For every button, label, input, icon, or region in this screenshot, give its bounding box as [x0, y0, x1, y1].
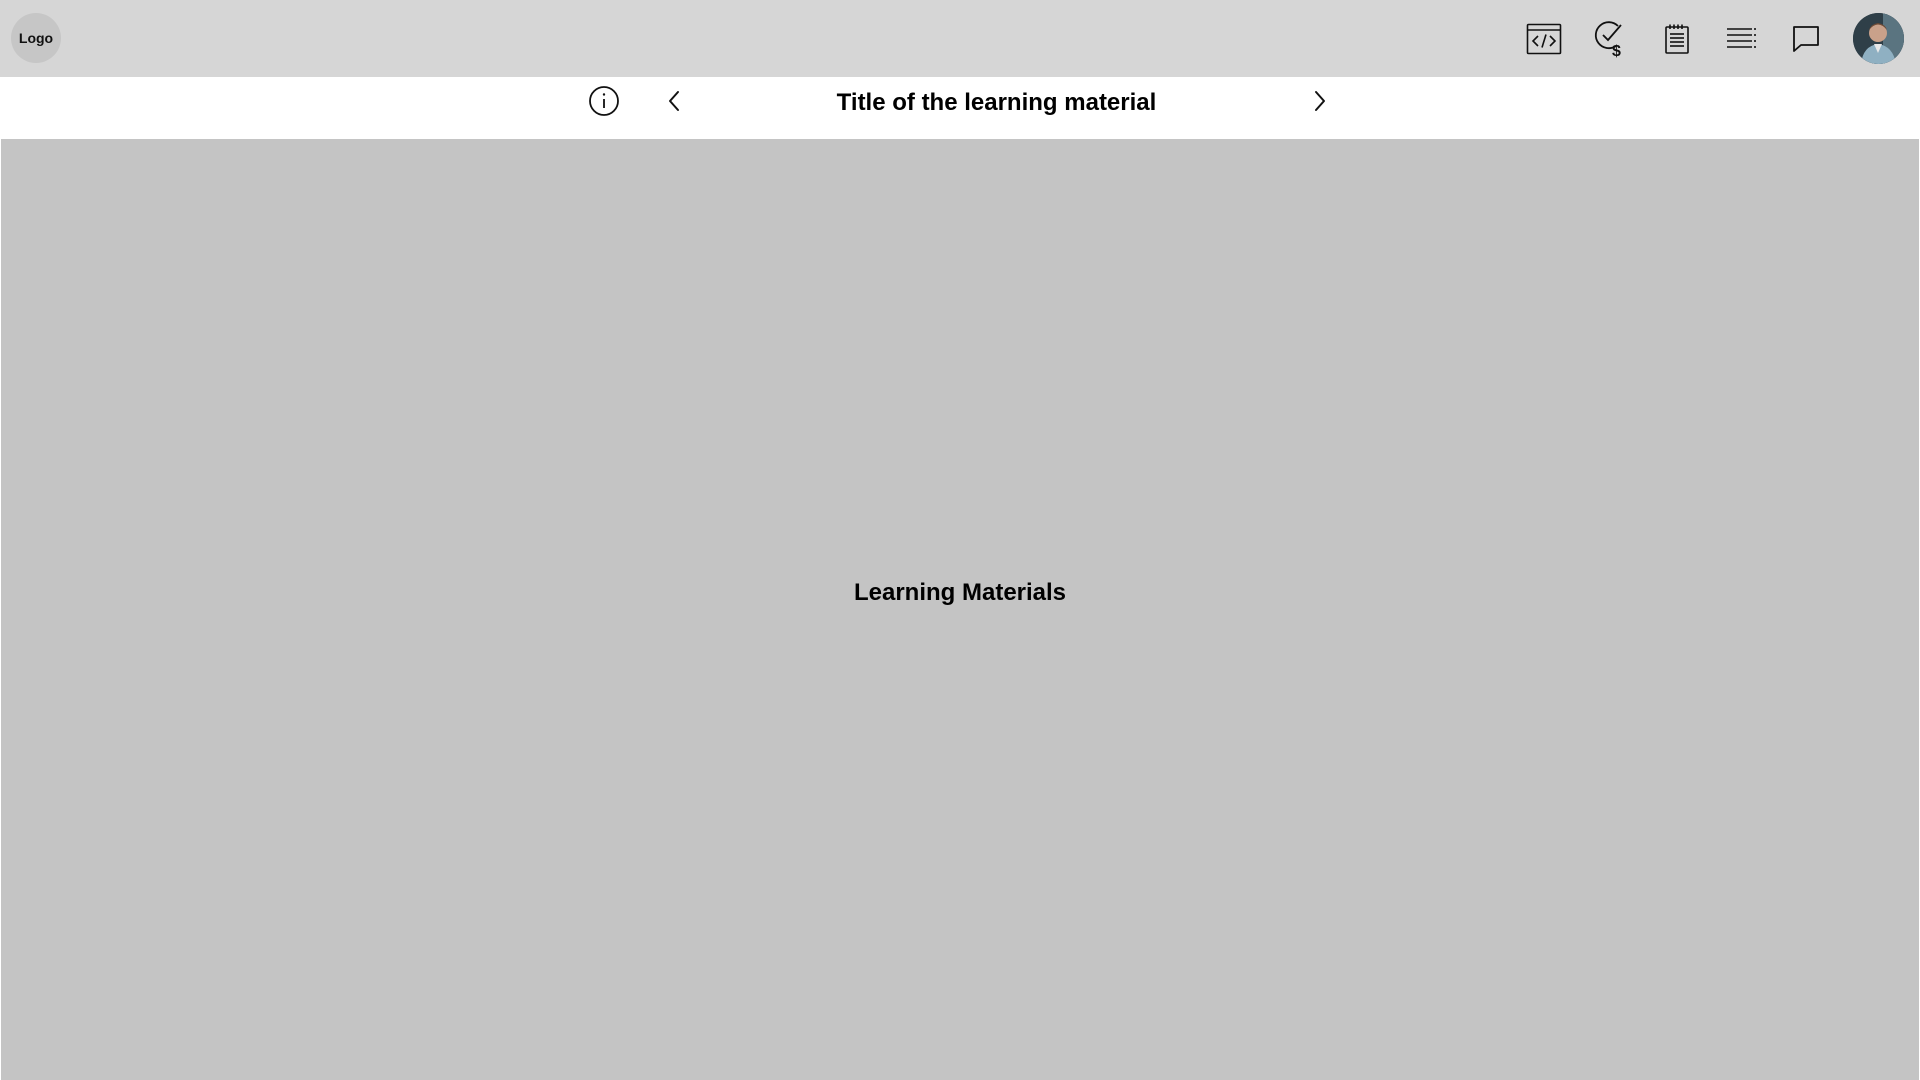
- logo[interactable]: Logo: [11, 13, 61, 63]
- avatar-image: [1853, 13, 1904, 64]
- info-button[interactable]: [587, 85, 621, 122]
- logo-text: Logo: [18, 30, 54, 46]
- learning-material-content: Learning Materials: [1, 139, 1919, 1080]
- check-dollar-icon: $: [1594, 20, 1628, 58]
- list-icon: [1726, 26, 1758, 52]
- notepad-icon: [1663, 23, 1691, 55]
- notes-button[interactable]: [1656, 18, 1698, 60]
- code-editor-button[interactable]: [1523, 18, 1565, 60]
- top-navigation-bar: Logo $: [0, 0, 1920, 77]
- svg-text:$: $: [1612, 43, 1621, 58]
- next-material-button[interactable]: [1303, 86, 1337, 120]
- chat-bubble-icon: [1791, 24, 1821, 54]
- code-window-icon: [1526, 23, 1562, 55]
- content-placeholder-label: Learning Materials: [853, 579, 1067, 606]
- payment-check-button[interactable]: $: [1590, 18, 1632, 60]
- page-title: Title of the learning material: [836, 89, 1157, 116]
- user-avatar[interactable]: [1853, 13, 1904, 64]
- info-icon: [588, 85, 620, 122]
- contents-list-button[interactable]: [1721, 18, 1763, 60]
- chevron-right-icon: [1312, 89, 1328, 118]
- chevron-left-icon: [666, 89, 682, 118]
- previous-material-button[interactable]: [657, 86, 691, 120]
- comments-button[interactable]: [1785, 18, 1827, 60]
